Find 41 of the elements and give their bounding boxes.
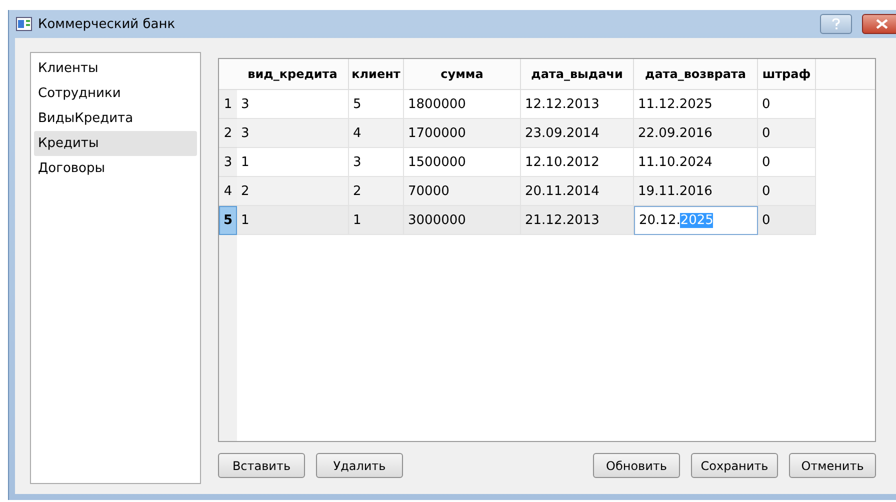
window-title: Коммерческий банк: [38, 16, 176, 32]
sidebar-item[interactable]: Договоры: [34, 156, 197, 181]
table-cell: 70000: [404, 177, 521, 206]
table-cell: 20.11.2014: [521, 177, 634, 206]
sidebar-item[interactable]: Кредиты: [34, 131, 197, 156]
action-button[interactable]: Сохранить: [691, 453, 778, 478]
table-cell: 22.09.2016: [634, 119, 758, 148]
table-cell: 4: [349, 119, 404, 148]
column-header[interactable]: сумма: [404, 59, 521, 89]
table-cell: 23.09.2014: [521, 119, 634, 148]
table-cell: 0: [758, 177, 816, 206]
table-cell: 1700000: [404, 119, 521, 148]
action-button[interactable]: Вставить: [218, 453, 305, 478]
sidebar-item[interactable]: ВидыКредита: [34, 106, 197, 131]
action-button[interactable]: Отменить: [789, 453, 876, 478]
table-cell: 1: [237, 206, 349, 235]
table-cell: 3: [237, 119, 349, 148]
app-icon: [16, 17, 32, 31]
column-header[interactable]: вид_кредита: [237, 59, 349, 89]
sidebar-item[interactable]: Клиенты: [34, 56, 197, 81]
row-number[interactable]: 5: [219, 206, 237, 235]
table-cell: 3000000: [404, 206, 521, 235]
table-cell: 19.11.2016: [634, 177, 758, 206]
table-cell: 21.12.2013: [521, 206, 634, 235]
table-cell: 0: [758, 119, 816, 148]
table-cell: 1: [349, 206, 404, 235]
column-header[interactable]: дата_возврата: [634, 59, 758, 89]
question-icon: [832, 18, 840, 30]
action-button[interactable]: Обновить: [593, 453, 680, 478]
action-button[interactable]: Удалить: [316, 453, 403, 478]
column-header[interactable]: клиент: [349, 59, 404, 89]
sidebar-item[interactable]: Сотрудники: [34, 81, 197, 106]
cell-editor-field[interactable]: 20.12.2025: [634, 206, 758, 235]
close-button[interactable]: [862, 14, 896, 34]
table-cell: 2: [349, 177, 404, 206]
close-icon: [876, 19, 888, 29]
help-button[interactable]: [820, 14, 852, 34]
table-cell: 2: [237, 177, 349, 206]
column-header[interactable]: дата_выдачи: [521, 59, 634, 89]
table-cell: 0: [758, 206, 816, 235]
column-header[interactable]: штраф: [758, 59, 816, 89]
